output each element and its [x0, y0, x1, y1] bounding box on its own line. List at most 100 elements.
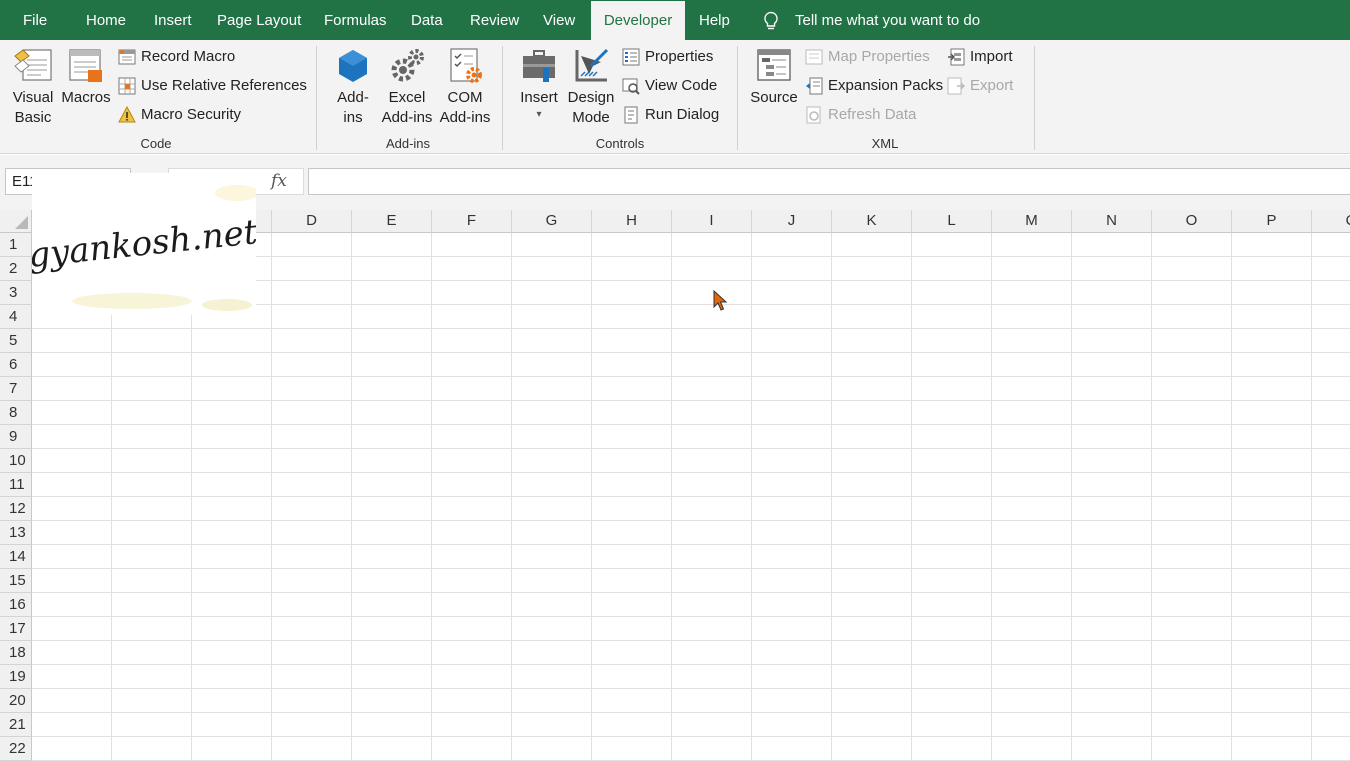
gridline	[32, 352, 1350, 353]
com-addins-label-2: Add-ins	[439, 109, 491, 126]
column-header-g[interactable]: G	[512, 210, 592, 233]
column-header-m[interactable]: M	[992, 210, 1072, 233]
tab-help[interactable]: Help	[699, 0, 730, 40]
row-header-1[interactable]: 1	[0, 233, 32, 257]
row-header-16[interactable]: 16	[0, 593, 32, 617]
row-header-9[interactable]: 9	[0, 425, 32, 449]
column-header-j[interactable]: J	[752, 210, 832, 233]
use-relative-references-button[interactable]: Use Relative References	[118, 75, 307, 97]
row-header-18[interactable]: 18	[0, 641, 32, 665]
formula-input[interactable]	[308, 168, 1350, 195]
expansion-packs-label: Expansion Packs	[828, 77, 944, 94]
tell-me-search[interactable]: Tell me what you want to do	[762, 0, 980, 40]
chevron-down-icon: ▾	[536, 109, 542, 120]
toolbox-icon	[523, 50, 555, 82]
gridline	[32, 376, 1350, 377]
macro-security-button[interactable]: Macro Security	[118, 104, 241, 126]
gridline	[32, 664, 1350, 665]
controls-group-label: Controls	[595, 136, 645, 151]
view-code-button[interactable]: View Code	[622, 75, 717, 97]
addins-button[interactable]: Add- ins	[330, 46, 376, 128]
group-separator	[316, 46, 317, 150]
visual-basic-icon	[14, 49, 52, 81]
row-header-22[interactable]: 22	[0, 737, 32, 761]
row-header-15[interactable]: 15	[0, 569, 32, 593]
row-header-13[interactable]: 13	[0, 521, 32, 545]
gyankosh-logo-image[interactable]: gyankosh.net	[32, 173, 256, 315]
row-header-5[interactable]: 5	[0, 329, 32, 353]
tab-review[interactable]: Review	[470, 0, 519, 40]
macros-icon	[69, 49, 102, 82]
row-header-2[interactable]: 2	[0, 257, 32, 281]
row-header-3[interactable]: 3	[0, 281, 32, 305]
macros-button[interactable]: Macros	[60, 46, 112, 108]
record-macro-label: Record Macro	[141, 48, 236, 65]
excel-addins-button[interactable]: Excel Add-ins	[380, 46, 434, 128]
insert-function-icon[interactable]: fx	[271, 171, 287, 191]
tab-file[interactable]: File	[23, 0, 47, 40]
view-code-label: View Code	[645, 77, 718, 94]
column-header-l[interactable]: L	[912, 210, 992, 233]
ribbon-tab-bar: File Home Insert Page Layout Formulas Da…	[0, 0, 1350, 40]
tab-view[interactable]: View	[543, 0, 575, 40]
export-button[interactable]: Export	[947, 75, 1013, 97]
tab-insert[interactable]: Insert	[154, 0, 192, 40]
gridline	[32, 544, 1350, 545]
import-button[interactable]: Import	[947, 46, 1013, 68]
column-header-q[interactable]: Q	[1312, 210, 1350, 233]
row-header-8[interactable]: 8	[0, 401, 32, 425]
tab-developer[interactable]: Developer	[591, 1, 685, 40]
row-header-4[interactable]: 4	[0, 305, 32, 329]
code-group-label: Code	[140, 136, 172, 151]
row-header-6[interactable]: 6	[0, 353, 32, 377]
select-all-button[interactable]	[0, 210, 32, 233]
row-header-19[interactable]: 19	[0, 665, 32, 689]
column-header-e[interactable]: E	[352, 210, 432, 233]
design-mode-button[interactable]: Design Mode	[566, 46, 616, 128]
design-mode-label-1: Design	[567, 89, 615, 106]
properties-button[interactable]: Properties	[622, 46, 713, 68]
excel-addins-label-2: Add-ins	[381, 109, 433, 126]
gridline	[32, 568, 1350, 569]
refresh-data-button[interactable]: Refresh Data	[805, 104, 916, 126]
column-header-p[interactable]: P	[1232, 210, 1312, 233]
column-header-k[interactable]: K	[832, 210, 912, 233]
column-header-f[interactable]: F	[432, 210, 512, 233]
expansion-packs-button[interactable]: Expansion Packs	[805, 75, 943, 97]
visual-basic-label-1: Visual	[12, 89, 54, 106]
visual-basic-label-2: Basic	[14, 109, 52, 126]
tab-home[interactable]: Home	[86, 0, 126, 40]
row-header-21[interactable]: 21	[0, 713, 32, 737]
tab-page-layout[interactable]: Page Layout	[217, 0, 301, 40]
column-header-h[interactable]: H	[592, 210, 672, 233]
row-header-12[interactable]: 12	[0, 497, 32, 521]
ribbon-developer: Visual Basic Macros Record Macro Use Rel…	[0, 40, 1350, 154]
com-addins-button[interactable]: COM Add-ins	[437, 46, 493, 128]
addins-label-1: Add-	[337, 89, 369, 106]
run-dialog-button[interactable]: Run Dialog	[622, 104, 719, 126]
column-header-n[interactable]: N	[1072, 210, 1152, 233]
row-header-17[interactable]: 17	[0, 617, 32, 641]
group-separator	[1034, 46, 1035, 150]
tab-formulas[interactable]: Formulas	[324, 0, 387, 40]
row-header-10[interactable]: 10	[0, 449, 32, 473]
source-button[interactable]: Source	[748, 46, 800, 108]
column-header-i[interactable]: I	[672, 210, 752, 233]
warning-icon	[118, 106, 136, 123]
lightbulb-icon	[764, 11, 778, 30]
record-macro-button[interactable]: Record Macro	[118, 46, 235, 68]
column-header-o[interactable]: O	[1152, 210, 1232, 233]
map-properties-button[interactable]: Map Properties	[805, 46, 930, 68]
row-header-14[interactable]: 14	[0, 545, 32, 569]
tab-data[interactable]: Data	[411, 0, 443, 40]
expansion-packs-icon	[806, 77, 823, 95]
use-relative-references-label: Use Relative References	[141, 77, 307, 94]
column-header-d[interactable]: D	[272, 210, 352, 233]
row-header-11[interactable]: 11	[0, 473, 32, 497]
row-header-20[interactable]: 20	[0, 689, 32, 713]
insert-control-button[interactable]: Insert ▾	[516, 46, 562, 122]
gridline	[32, 592, 1350, 593]
visual-basic-button[interactable]: Visual Basic	[8, 46, 58, 128]
row-header-7[interactable]: 7	[0, 377, 32, 401]
macros-label: Macros	[61, 89, 111, 106]
